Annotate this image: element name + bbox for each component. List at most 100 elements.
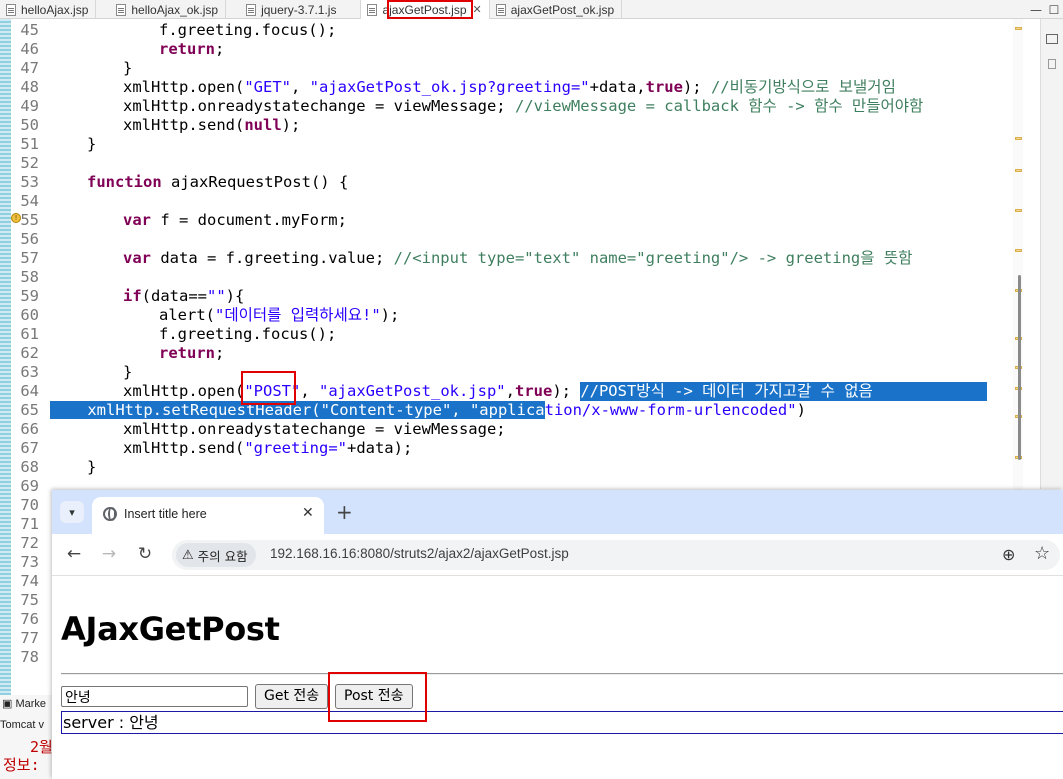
selected-text: xmlHttp.setRequestHeader("Content-type",…	[50, 401, 545, 419]
zoom-icon[interactable]: ⊕	[1002, 545, 1015, 564]
editor-tab-helloajax-ok[interactable]: helloAjax_ok.jsp	[96, 0, 227, 19]
globe-icon	[103, 507, 117, 521]
line-number: 50	[20, 116, 39, 134]
jsp-file-icon	[367, 3, 378, 16]
browser-window: ▾ Insert title here ✕ + ← → ↻ ⚠ 주의 요함 19…	[52, 490, 1063, 779]
server-result: server : 안녕	[61, 711, 1063, 734]
annotation-marker[interactable]	[1015, 27, 1022, 30]
reload-icon[interactable]: ↻	[135, 544, 155, 564]
editor-tab-helloajax[interactable]: helloAjax.jsp	[0, 0, 97, 19]
line-number: 62	[20, 344, 39, 362]
window-controls: — ☐	[1027, 0, 1063, 19]
line-number: 71	[20, 515, 39, 533]
selected-text: //POST방식 -> 데이터 가지고갈 수 없음	[580, 382, 987, 401]
browser-tab-strip: ▾ Insert title here ✕ +	[52, 490, 1063, 534]
annotation-marker[interactable]	[1015, 169, 1022, 172]
address-bar[interactable]: ⚠ 주의 요함 192.168.16.16:8080/struts2/ajax2…	[172, 540, 1060, 570]
line-number: 67	[20, 439, 39, 457]
page-content: AJaxGetPost Get 전송 Post 전송 server : 안녕	[52, 577, 1063, 779]
back-arrow-icon[interactable]: ←	[64, 544, 84, 564]
close-icon[interactable]: ✕	[302, 505, 314, 521]
editor-tab-label: jquery-3.7.1.js	[261, 2, 337, 17]
line-number: 46	[20, 40, 39, 58]
code-line-61: f.greeting.focus();	[159, 325, 337, 343]
line-number: 69	[20, 477, 39, 495]
maximize-icon[interactable]: ☐	[1045, 0, 1063, 19]
line-number: 76	[20, 610, 39, 628]
jsp-file-icon	[116, 3, 127, 16]
line-number: 53	[20, 173, 39, 191]
line-number: 51	[20, 135, 39, 153]
restore-icon[interactable]	[1046, 34, 1058, 44]
code-line-67: xmlHttp.send("greeting="+data);	[123, 439, 413, 457]
jsp-file-icon	[6, 3, 16, 16]
console-line: 정보:	[3, 756, 40, 774]
code-line-59: if(data==""){	[123, 287, 245, 305]
code-line-68: }	[87, 458, 97, 476]
line-number: 57	[20, 249, 39, 267]
line-number: 70	[20, 496, 39, 514]
line-number: 72	[20, 534, 39, 552]
code-line-65: xmlHttp.setRequestHeader("Content-type",…	[50, 401, 806, 420]
line-number: 59	[20, 287, 39, 305]
new-tab-plus-icon[interactable]: +	[336, 500, 353, 524]
annotation-marker[interactable]	[1015, 137, 1022, 140]
code-line-63: }	[123, 363, 133, 381]
code-line-60: alert("데이터를 입력하세요!");	[159, 306, 400, 324]
forward-arrow-icon[interactable]: →	[99, 544, 119, 564]
minimize-icon[interactable]: —	[1027, 0, 1045, 19]
editor-scrollbar-thumb[interactable]	[1018, 275, 1021, 460]
line-number: 63	[20, 363, 39, 381]
code-line-50: xmlHttp.send(null);	[123, 116, 301, 134]
bookmark-star-icon[interactable]: ☆	[1034, 543, 1050, 564]
line-number: 49	[20, 97, 39, 115]
line-number: 60	[20, 306, 39, 324]
line-number: 47	[20, 59, 39, 77]
annotation-marker[interactable]	[1015, 249, 1022, 252]
get-send-button[interactable]: Get 전송	[255, 684, 329, 709]
code-line-48: xmlHttp.open("GET", "ajaxGetPost_ok.jsp?…	[123, 78, 896, 96]
jsp-file-icon	[495, 3, 506, 16]
url-text[interactable]: 192.168.16.16:8080/struts2/ajax2/ajaxGet…	[270, 546, 569, 561]
browser-tab-title: Insert title here	[124, 507, 207, 521]
line-number: 58	[20, 268, 39, 286]
line-number: 73	[20, 553, 39, 571]
code-line-51: }	[87, 135, 97, 153]
warning-triangle-icon: ⚠	[182, 547, 194, 563]
close-icon[interactable]: ✕	[473, 3, 482, 16]
code-line-47: }	[123, 59, 133, 77]
server-label: Tomcat v	[0, 719, 45, 731]
post-send-button[interactable]: Post 전송	[335, 684, 413, 709]
tab-search-dropdown-icon[interactable]: ▾	[60, 501, 84, 523]
line-number: 64	[20, 382, 39, 400]
editor-tab-jquery[interactable]: jquery-3.7.1.js	[226, 0, 362, 19]
warning-icon[interactable]: !	[11, 213, 21, 223]
code-line-64: xmlHttp.open("POST", "ajaxGetPost_ok.jsp…	[123, 382, 987, 401]
editor-tab-bar: helloAjax.jsp helloAjax_ok.jsp jquery-3.…	[0, 0, 1063, 19]
editor-tab-ajaxgetpost-ok[interactable]: ajaxGetPost_ok.jsp	[490, 0, 623, 19]
line-number: 66	[20, 420, 39, 438]
line-number: 77	[20, 629, 39, 647]
line-number: 56	[20, 230, 39, 248]
line-number: 48	[20, 78, 39, 96]
change-ruler	[0, 19, 11, 779]
line-number: 74	[20, 572, 39, 590]
greeting-input[interactable]	[61, 686, 248, 707]
browser-tab[interactable]: Insert title here ✕	[92, 497, 324, 534]
code-line-55: var f = document.myForm;	[123, 211, 347, 229]
editor-tab-label: ajaxGetPost_ok.jsp	[510, 2, 615, 17]
editor-tab-ajaxgetpost[interactable]: ajaxGetPost.jsp ✕	[361, 0, 490, 19]
panel-icon[interactable]	[1048, 59, 1056, 69]
editor-tab-label: ajaxGetPost.jsp	[382, 2, 467, 17]
line-number: 78	[20, 648, 39, 666]
annotation-marker[interactable]	[1015, 209, 1022, 212]
markers-tab[interactable]: ▣ Marke	[2, 697, 46, 710]
line-number: 52	[20, 154, 39, 172]
line-number: 45	[20, 21, 39, 39]
line-number: 65	[20, 401, 39, 419]
editor-tab-label: helloAjax.jsp	[21, 2, 89, 17]
line-number: 68	[20, 458, 39, 476]
line-number-ruler: 45 46 47 48 49 50 51 52 53 54 55 56 57 5…	[11, 19, 49, 779]
side-toolbar	[1040, 19, 1063, 489]
security-chip[interactable]: ⚠ 주의 요함	[176, 543, 256, 567]
